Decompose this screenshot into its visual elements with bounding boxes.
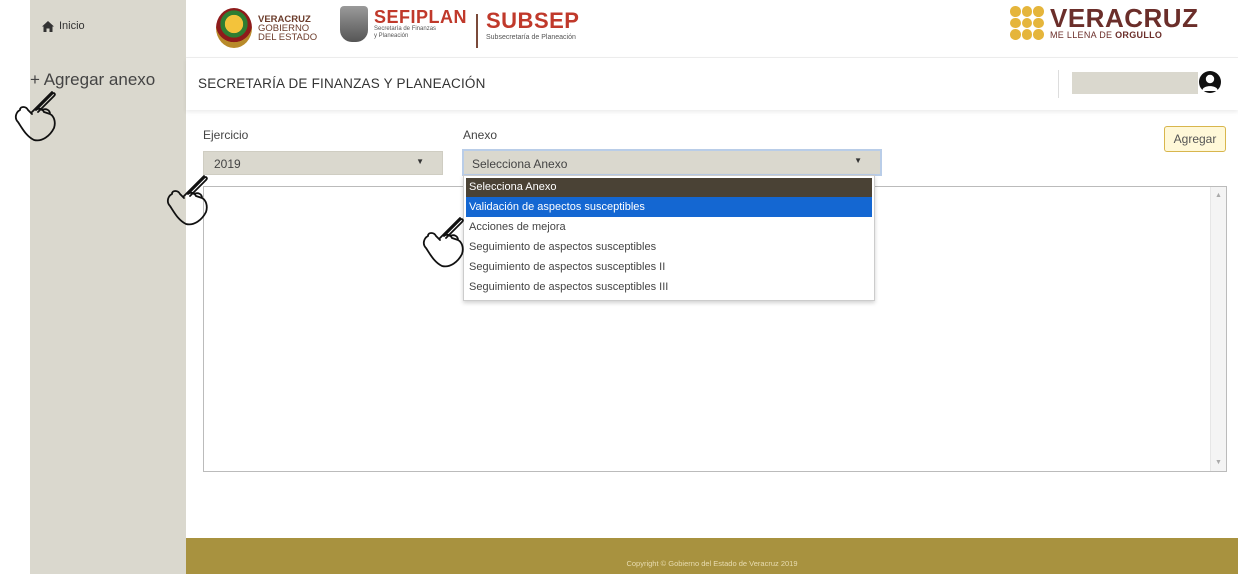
anexo-value: Selecciona Anexo	[472, 157, 568, 171]
dropdown-option[interactable]: Seguimiento de aspectos susceptibles II	[464, 257, 874, 277]
home-icon	[42, 20, 54, 32]
header-divider	[1058, 70, 1059, 98]
sidebar-item-inicio[interactable]: Inicio	[42, 20, 85, 32]
anexo-label: Anexo	[463, 128, 498, 142]
subsep-sub: Subsecretaría de Planeación	[486, 34, 576, 41]
dropdown-option[interactable]: Seguimiento de aspectos susceptibles III	[464, 277, 874, 297]
subsep-name: SUBSEP	[486, 8, 580, 33]
dropdown-option[interactable]: Validación de aspectos susceptibles	[466, 197, 872, 217]
sidebar: Inicio + Agregar anexo	[30, 0, 186, 574]
ejercicio-select[interactable]: 2019 ▼	[203, 151, 443, 175]
agregar-button[interactable]: Agregar	[1164, 126, 1226, 152]
gov-veracruz-logo: VERACRUZ GOBIERNO DEL ESTADO	[216, 8, 317, 48]
sidebar-item-label: Inicio	[59, 20, 85, 32]
shield-icon	[340, 6, 368, 42]
dropdown-option[interactable]: Seguimiento de aspectos susceptibles	[464, 237, 874, 257]
scroll-down-icon[interactable]: ▼	[1215, 459, 1222, 466]
page-header: SECRETARÍA DE FINANZAS Y PLANEACIÓN	[186, 58, 1238, 110]
sefiplan-sub2: y Planeación	[374, 33, 409, 39]
orgullo-line1: VERACRUZ	[1050, 3, 1199, 33]
subsep-logo: SUBSEP Subsecretaría de Planeación	[486, 8, 580, 42]
orgullo-mark-icon	[1010, 6, 1044, 40]
sefiplan-logo: SEFIPLAN Secretaría de Finanzas y Planea…	[340, 6, 467, 42]
orgullo-line2-prefix: ME LLENA DE	[1050, 30, 1116, 40]
orgullo-line2-bold: ORGULLO	[1115, 30, 1163, 40]
logo-divider	[476, 14, 478, 48]
page-title: SECRETARÍA DE FINANZAS Y PLANEACIÓN	[198, 76, 486, 91]
dropdown-option[interactable]: Selecciona Anexo	[466, 178, 872, 197]
user-icon[interactable]	[1198, 70, 1222, 94]
add-annex-link[interactable]: + Agregar anexo	[30, 70, 155, 90]
caret-down-icon: ▼	[416, 157, 424, 166]
sefiplan-name: SEFIPLAN	[374, 7, 468, 27]
footer: Copyright © Gobierno del Estado de Verac…	[186, 538, 1238, 574]
ejercicio-label: Ejercicio	[203, 128, 249, 142]
dropdown-option[interactable]: Acciones de mejora	[464, 217, 874, 237]
state-seal-icon	[216, 8, 252, 48]
veracruz-orgullo-logo: VERACRUZ ME LLENA DE ORGULLO	[1010, 3, 1199, 40]
vertical-scrollbar[interactable]: ▲ ▼	[1210, 187, 1226, 471]
scroll-up-icon[interactable]: ▲	[1215, 192, 1222, 199]
sefiplan-sub1: Secretaría de Finanzas	[374, 26, 437, 32]
gov-logo-line3: DEL ESTADO	[258, 31, 318, 43]
top-banner: VERACRUZ GOBIERNO DEL ESTADO SEFIPLAN Se…	[186, 0, 1238, 58]
footer-copyright: Copyright © Gobierno del Estado de Verac…	[626, 559, 798, 568]
ejercicio-value: 2019	[214, 157, 241, 171]
anexo-dropdown-list: Selecciona Anexo Validación de aspectos …	[463, 175, 875, 301]
anexo-select[interactable]: Selecciona Anexo ▼	[462, 149, 882, 176]
user-name-box[interactable]	[1072, 72, 1198, 94]
caret-down-icon: ▼	[854, 156, 862, 165]
